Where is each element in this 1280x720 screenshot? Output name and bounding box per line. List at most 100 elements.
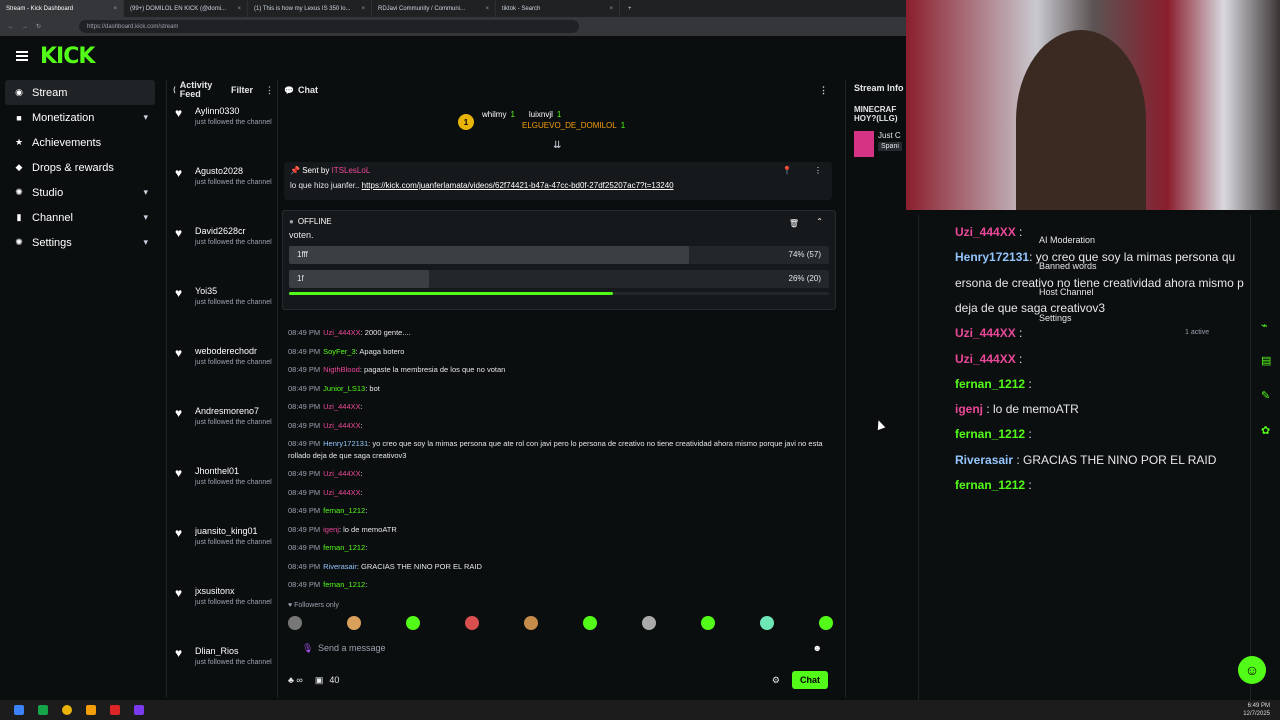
- message-user[interactable]: fernan_1212: [323, 580, 365, 589]
- sidebar-item-achievements[interactable]: ★ Achievements: [0, 130, 160, 155]
- gifter[interactable]: ELGUEVO_DE_DOMILOL 1: [522, 121, 625, 130]
- gifter[interactable]: whilmy 1: [482, 110, 515, 119]
- follower-name[interactable]: Jhonthel01: [195, 466, 265, 476]
- pinned-sender[interactable]: ITSLesLoL: [332, 166, 371, 175]
- forward-icon[interactable]: →: [22, 24, 28, 30]
- browser-tab[interactable]: (1) This is how my Lexus IS 350 lo... ×: [248, 0, 372, 17]
- emote-icon[interactable]: [465, 616, 479, 630]
- message-user[interactable]: Riverasair: [323, 562, 357, 571]
- chat-send-button[interactable]: Chat: [792, 671, 828, 689]
- address-input[interactable]: https://dashboard.kick.com/stream: [79, 20, 580, 33]
- delete-icon[interactable]: 🗑: [789, 219, 799, 228]
- stream-info-panel: Stream Info MINECRAF HOY?(LLG) Just C Sp…: [845, 80, 915, 698]
- close-icon[interactable]: ×: [361, 6, 365, 12]
- chat-settings-icon[interactable]: ⚙: [772, 675, 780, 686]
- mic-icon[interactable]: 🎙: [302, 643, 313, 654]
- emoji-icon[interactable]: ☻: [813, 643, 822, 653]
- overlay-text: :: [1015, 351, 1023, 366]
- unpin-icon[interactable]: 📍: [782, 166, 792, 175]
- chevron-down-icon[interactable]: ▾: [143, 237, 148, 248]
- chevron-down-icon[interactable]: ▾: [143, 112, 148, 123]
- close-icon[interactable]: ×: [609, 6, 613, 12]
- overlay-menu-item[interactable]: AI Moderation: [1039, 227, 1097, 253]
- sidebar-item-channel[interactable]: ▮ Channel ▾: [0, 205, 160, 230]
- sidebar-item-stream[interactable]: ◉ Stream: [5, 80, 155, 105]
- back-icon[interactable]: ←: [8, 24, 14, 30]
- points-icon[interactable]: ▣: [315, 675, 324, 686]
- close-icon[interactable]: ×: [113, 6, 117, 12]
- infinity-icon[interactable]: ♣ ∞: [288, 675, 303, 685]
- activity-item: ♥ juansito_king01 just followed the channe…: [167, 520, 274, 580]
- app-icon[interactable]: [110, 705, 120, 715]
- new-tab-icon[interactable]: +: [628, 6, 632, 12]
- browser-tab[interactable]: (99+) DOMILOL EN KICK (@domi... ×: [124, 0, 248, 17]
- emote-icon[interactable]: [701, 616, 715, 630]
- app-icon[interactable]: [38, 705, 48, 715]
- emote-icon[interactable]: [524, 616, 538, 630]
- message-user[interactable]: Uzi_444XX: [323, 469, 361, 478]
- emote-icon[interactable]: [819, 616, 833, 630]
- menu-icon[interactable]: [16, 51, 28, 61]
- clock: 6:49 PM 12/7/2025: [1243, 703, 1270, 717]
- browser-tab[interactable]: tiktok - Search ×: [496, 0, 620, 17]
- overlay-user: Uzi_444XX: [955, 351, 1016, 366]
- message-user[interactable]: NigthBlood: [323, 365, 360, 374]
- message-user[interactable]: Henry172131: [323, 439, 368, 448]
- follower-name[interactable]: Dlian_Rios: [195, 646, 265, 656]
- message-user[interactable]: SoyFer_3: [323, 347, 356, 356]
- follower-name[interactable]: jxsusitonx: [195, 586, 265, 596]
- folder-icon[interactable]: [86, 705, 96, 715]
- filter-button[interactable]: Filter: [231, 85, 253, 95]
- tool-icons[interactable]: ⌁ ▤ ✎ ✿: [1251, 215, 1280, 449]
- follower-name[interactable]: juansito_king01: [195, 526, 265, 536]
- chat-more-icon[interactable]: ⋮: [819, 85, 828, 96]
- message-user[interactable]: Uzi_444XX: [323, 402, 361, 411]
- poll-option[interactable]: 1fff 74% (57): [289, 246, 829, 264]
- sidebar-item-drops-rewards[interactable]: ◆ Drops & rewards: [0, 155, 160, 180]
- chevron-down-icon[interactable]: ▾: [143, 187, 148, 198]
- follower-name[interactable]: Agusto2028: [195, 166, 265, 176]
- emote-icon[interactable]: [583, 616, 597, 630]
- browser-tab[interactable]: RDJavi Community / Communi... ×: [372, 0, 496, 17]
- follower-name[interactable]: weboderechodr: [195, 346, 265, 356]
- message-user[interactable]: fernan_1212: [323, 543, 365, 552]
- emote-icon[interactable]: [642, 616, 656, 630]
- chat-input[interactable]: 🎙 Send a message ☻: [288, 640, 828, 656]
- sidebar-item-studio[interactable]: ✺ Studio ▾: [0, 180, 160, 205]
- sidebar-item-monetization[interactable]: ■ Monetization ▾: [0, 105, 160, 130]
- message-user[interactable]: Uzi_444XX: [323, 328, 361, 337]
- activity-feed-title: Activity Feed: [179, 80, 213, 99]
- close-icon[interactable]: ×: [237, 6, 241, 12]
- sidebar-item-settings[interactable]: ✺ Settings ▾: [0, 230, 160, 255]
- message-user[interactable]: Uzi_444XX: [323, 488, 361, 497]
- pinned-more-icon[interactable]: ⋮: [814, 166, 822, 175]
- follower-name[interactable]: Andresmoreno7: [195, 406, 265, 416]
- chevron-down-icon[interactable]: ▾: [143, 212, 148, 223]
- poll-option[interactable]: 1f 26% (20): [289, 270, 829, 288]
- pinned-link[interactable]: https://kick.com/juanferlamata/videos/62…: [362, 181, 674, 190]
- expand-icon[interactable]: ⇊: [553, 140, 561, 151]
- emote-icon[interactable]: [760, 616, 774, 630]
- help-chat-button[interactable]: ☺: [1238, 656, 1266, 684]
- windows-icon[interactable]: [14, 705, 24, 715]
- message-user[interactable]: Junior_LS13: [323, 384, 365, 393]
- emote-icon[interactable]: [288, 616, 302, 630]
- message-user[interactable]: fernan_1212: [323, 506, 365, 515]
- kick-logo[interactable]: KICK: [40, 44, 95, 69]
- follower-name[interactable]: David2628cr: [195, 226, 265, 236]
- pin-icon[interactable]: ⟨: [173, 86, 176, 94]
- follower-name[interactable]: Aylinn0330: [195, 106, 265, 116]
- close-icon[interactable]: ×: [485, 6, 489, 12]
- reload-icon[interactable]: ↻: [36, 23, 41, 30]
- collapse-icon[interactable]: ⌃: [816, 217, 823, 226]
- message-user[interactable]: Uzi_444XX: [323, 421, 361, 430]
- browser-tab[interactable]: Stream - Kick Dashboard ×: [0, 0, 124, 17]
- emote-icon[interactable]: [406, 616, 420, 630]
- message-user[interactable]: igenj: [323, 525, 339, 534]
- app-icon[interactable]: [134, 705, 144, 715]
- gifter[interactable]: luixnvjl 1: [529, 110, 561, 119]
- chrome-icon[interactable]: [62, 705, 72, 715]
- follower-name[interactable]: Yoi35: [195, 286, 265, 296]
- emote-icon[interactable]: [347, 616, 361, 630]
- more-icon[interactable]: ⋮: [265, 85, 274, 96]
